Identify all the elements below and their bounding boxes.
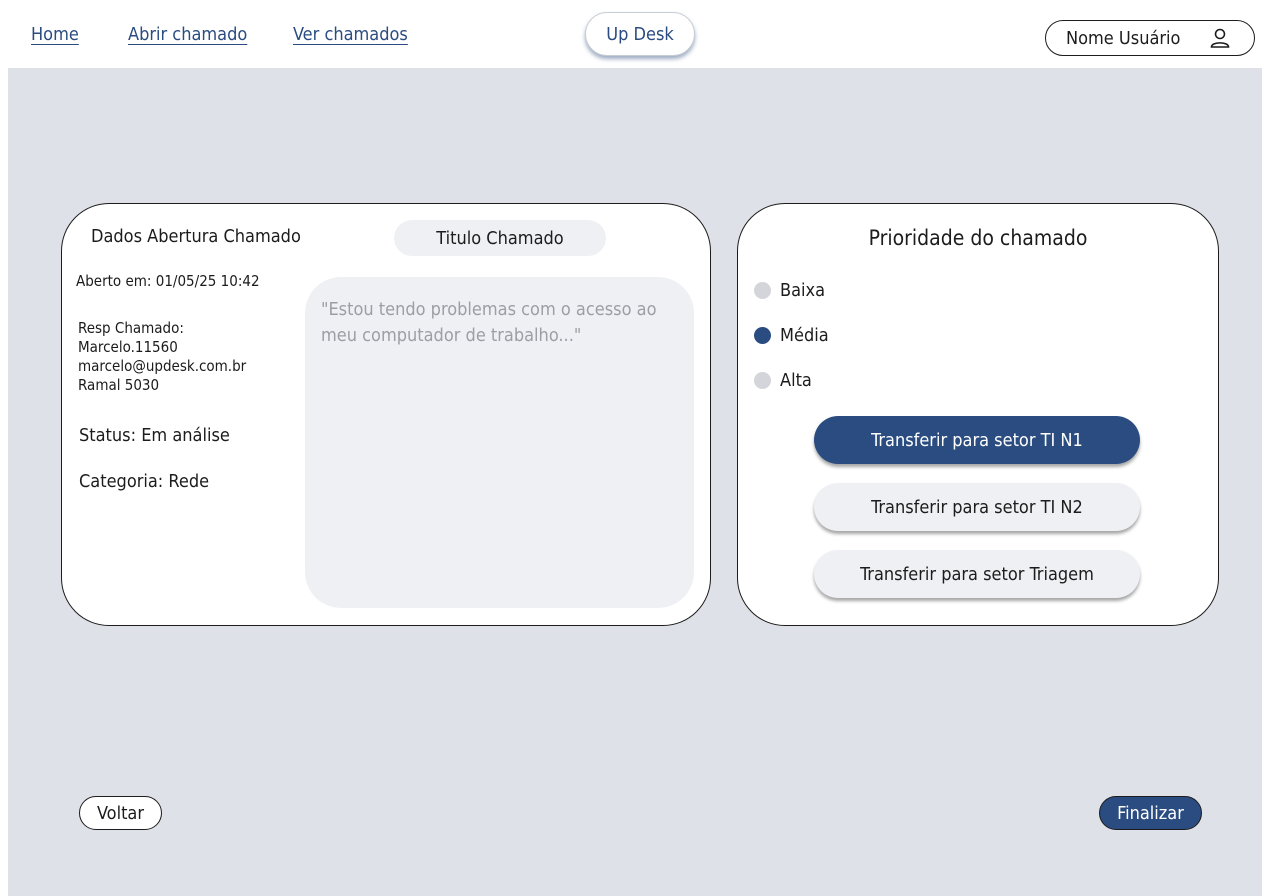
ticket-status: Status: Em análise xyxy=(79,425,230,446)
ticket-description-text: "Estou tendo problemas com o acesso ao m… xyxy=(321,299,657,346)
responsible-name: Marcelo.11560 xyxy=(78,338,178,356)
priority-card: Prioridade do chamado Baixa Média Alta T… xyxy=(737,203,1219,626)
transfer-ti-n1-button[interactable]: Transferir para setor TI N1 xyxy=(814,416,1140,464)
priority-option-label: Baixa xyxy=(780,280,826,301)
responsible-label: Resp Chamado: xyxy=(78,319,184,337)
ticket-section-title: Dados Abertura Chamado xyxy=(91,226,301,247)
responsible-extension: Ramal 5030 xyxy=(78,376,160,394)
ticket-title: Titulo Chamado xyxy=(436,227,564,249)
radio-dot-media[interactable] xyxy=(754,327,771,344)
priority-option-baixa[interactable]: Baixa xyxy=(754,280,825,301)
ticket-description: "Estou tendo problemas com o acesso ao m… xyxy=(305,277,694,608)
nav-link-home[interactable]: Home xyxy=(31,24,79,45)
user-menu-button[interactable]: Nome Usuário xyxy=(1045,20,1255,56)
transfer-ti-n2-button[interactable]: Transferir para setor TI N2 xyxy=(814,483,1140,531)
nav-link-view-tickets[interactable]: Ver chamados xyxy=(293,24,408,45)
priority-option-media[interactable]: Média xyxy=(754,325,829,346)
top-nav-bar: Home Abrir chamado Ver chamados Up Desk … xyxy=(0,0,1262,68)
priority-option-alta[interactable]: Alta xyxy=(754,370,812,391)
radio-dot-baixa[interactable] xyxy=(754,282,771,299)
ticket-responsible: Resp Chamado: Marcelo.11560 marcelo@upde… xyxy=(78,319,246,395)
nav-link-open-ticket[interactable]: Abrir chamado xyxy=(128,24,247,45)
user-icon xyxy=(1210,28,1230,48)
finish-button[interactable]: Finalizar xyxy=(1099,796,1202,830)
radio-dot-alta[interactable] xyxy=(754,372,771,389)
ticket-category: Categoria: Rede xyxy=(79,471,210,492)
brand-name: Up Desk xyxy=(606,23,674,45)
main-content: Dados Abertura Chamado Titulo Chamado Ab… xyxy=(8,68,1262,896)
brand-logo[interactable]: Up Desk xyxy=(585,12,695,56)
ticket-title-field: Titulo Chamado xyxy=(394,220,606,256)
user-name: Nome Usuário xyxy=(1066,27,1181,49)
transfer-triagem-button[interactable]: Transferir para setor Triagem xyxy=(814,550,1140,598)
ticket-details-card: Dados Abertura Chamado Titulo Chamado Ab… xyxy=(61,203,711,626)
priority-title: Prioridade do chamado xyxy=(868,226,1088,250)
responsible-email: marcelo@updesk.com.br xyxy=(78,357,247,375)
priority-option-label: Média xyxy=(780,325,829,346)
ticket-opened-at: Aberto em: 01/05/25 10:42 xyxy=(76,272,260,290)
back-button[interactable]: Voltar xyxy=(79,796,162,830)
priority-option-label: Alta xyxy=(780,370,812,391)
